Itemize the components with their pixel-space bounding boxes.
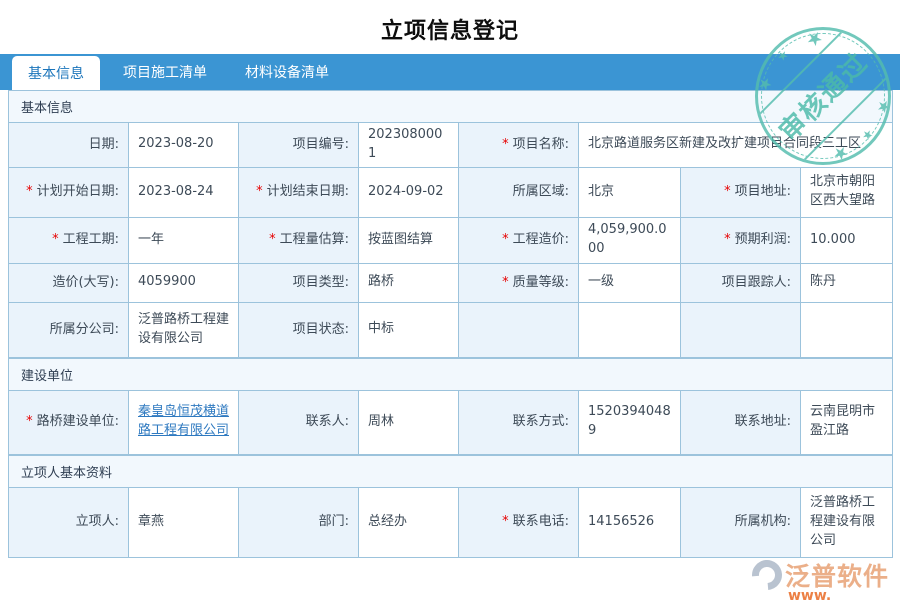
quantity-estimate-value: 按蓝图结算 <box>358 216 459 264</box>
contact-number-label: 联系方式: <box>458 389 579 455</box>
construction-unit-label: * 路桥建设单位: <box>8 389 129 455</box>
quantity-estimate-label: * 工程量估算: <box>238 216 359 264</box>
required-asterisk: * <box>256 184 263 200</box>
section-title-basic-info: 基本信息 <box>7 90 894 123</box>
project-cost-value: 4,059,900.000 <box>578 216 681 264</box>
cost-in-words-value: 4059900 <box>128 262 239 303</box>
project-code-label: 项目编号: <box>238 122 359 168</box>
vendor-logo-icon <box>745 553 789 597</box>
required-asterisk: * <box>502 274 509 290</box>
vendor-watermark: 泛普软件 www. <box>745 553 890 604</box>
cost-in-words-label: 造价(大写): <box>8 262 129 303</box>
phone-label: * 联系电话: <box>458 486 579 558</box>
empty-label-cell <box>458 301 579 358</box>
department-value: 总经办 <box>358 486 459 558</box>
branch-company-label: 所属分公司: <box>8 301 129 358</box>
date-label: 日期: <box>8 122 129 168</box>
empty-label-cell <box>680 301 801 358</box>
project-tracker-label: 项目跟踪人: <box>680 262 801 303</box>
project-duration-value: 一年 <box>128 216 239 264</box>
project-duration-label: * 工程工期: <box>8 216 129 264</box>
section-title-initiator-info: 立项人基本资料 <box>7 454 894 488</box>
project-status-label: 项目状态: <box>238 301 359 358</box>
organization-label: 所属机构: <box>680 486 801 558</box>
project-address-label: * 项目地址: <box>680 166 801 218</box>
construction-unit-table: 建设单位 * 路桥建设单位: 秦皇岛恒茂横道路工程有限公司 联系人: 周林 联系方… <box>7 357 894 455</box>
project-type-label: 项目类型: <box>238 262 359 303</box>
quality-grade-label: * 质量等级: <box>458 262 579 303</box>
plan-start-date-label: * 计划开始日期: <box>8 166 129 218</box>
contact-number-value: 15203940489 <box>578 389 681 455</box>
branch-company-value: 泛普路桥工程建设有限公司 <box>128 301 239 358</box>
empty-value-cell <box>578 301 681 358</box>
required-asterisk: * <box>724 184 731 200</box>
required-asterisk: * <box>502 136 509 152</box>
contact-address-value: 云南昆明市盈江路 <box>799 389 894 455</box>
project-code-value: 2023080001 <box>358 122 459 168</box>
plan-end-date-label: * 计划结束日期: <box>238 166 359 218</box>
required-asterisk: * <box>26 184 33 200</box>
project-address-value: 北京市朝阳区西大望路 <box>799 166 894 218</box>
page-title: 立项信息登记 <box>380 19 519 44</box>
required-asterisk: * <box>502 514 509 530</box>
required-asterisk: * <box>269 232 276 248</box>
required-asterisk: * <box>502 232 509 248</box>
region-value: 北京 <box>578 166 681 218</box>
tab-basic-info[interactable]: 基本信息 <box>12 56 100 90</box>
required-asterisk: * <box>26 414 33 430</box>
required-asterisk: * <box>724 232 731 248</box>
empty-value-cell <box>799 301 894 358</box>
initiator-value: 章燕 <box>128 486 239 558</box>
project-tracker-value: 陈丹 <box>799 262 894 303</box>
tab-material-equipment-list[interactable]: 材料设备清单 <box>230 54 344 90</box>
required-asterisk: * <box>52 232 59 248</box>
project-name-value: 北京路道服务区新建及改扩建项目合同段三工区 <box>577 122 894 168</box>
tab-construction-list[interactable]: 项目施工清单 <box>108 54 222 90</box>
contact-address-label: 联系地址: <box>680 389 801 455</box>
contact-person-value: 周林 <box>358 389 459 455</box>
expected-profit-label: * 预期利润: <box>680 216 801 264</box>
department-label: 部门: <box>238 486 359 558</box>
quality-grade-value: 一级 <box>578 262 681 303</box>
project-cost-label: * 工程造价: <box>458 216 579 264</box>
basic-info-table: 基本信息 日期: 2023-08-20 项目编号: 2023080001 * 项目… <box>7 90 894 358</box>
expected-profit-value: 10.000 <box>799 216 894 264</box>
section-title-construction-unit: 建设单位 <box>7 357 894 391</box>
vendor-url-text: www. <box>788 588 832 604</box>
date-value: 2023-08-20 <box>128 122 239 168</box>
construction-unit-link[interactable]: 秦皇岛恒茂横道路工程有限公司 <box>138 404 229 438</box>
plan-end-date-value: 2024-09-02 <box>358 166 459 218</box>
project-type-value: 路桥 <box>358 262 459 303</box>
plan-start-date-value: 2023-08-24 <box>128 166 239 218</box>
tab-bar: 基本信息 项目施工清单 材料设备清单 <box>0 54 900 90</box>
project-name-label: * 项目名称: <box>458 122 579 168</box>
initiator-info-table: 立项人基本资料 立项人: 章燕 部门: 总经办 * 联系电话: 14156526 … <box>7 454 894 558</box>
project-status-value: 中标 <box>358 301 459 358</box>
organization-value: 泛普路桥工程建设有限公司 <box>799 486 894 558</box>
vendor-brand-text: 泛普软件 <box>785 562 890 591</box>
phone-value: 14156526 <box>578 486 681 558</box>
initiator-label: 立项人: <box>8 486 129 558</box>
contact-person-label: 联系人: <box>238 389 359 455</box>
region-label: 所属区域: <box>458 166 579 218</box>
construction-unit-value: 秦皇岛恒茂横道路工程有限公司 <box>128 389 239 455</box>
